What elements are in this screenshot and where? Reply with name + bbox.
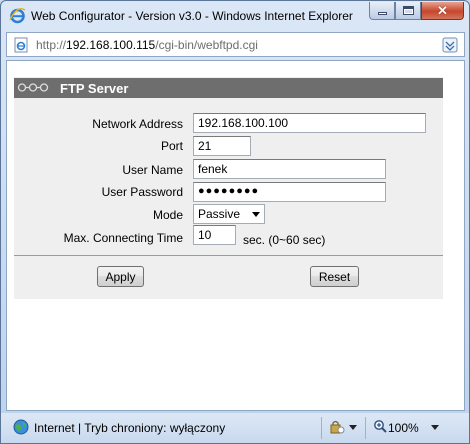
chevron-down-icon[interactable] (349, 425, 357, 430)
max-connecting-time-hint: sec. (0~60 sec) (243, 233, 326, 247)
maximize-button[interactable] (395, 2, 421, 20)
close-icon: ✕ (437, 3, 448, 18)
window-title: Web Configurator - Version v3.0 - Window… (31, 9, 353, 23)
port-input[interactable]: 21 (193, 136, 251, 156)
minimize-button[interactable] (369, 2, 395, 20)
minimize-icon (377, 12, 387, 15)
mode-select[interactable]: Passive (193, 204, 265, 224)
max-connecting-time-input[interactable]: 10 (193, 225, 236, 245)
chain-link-icon (17, 83, 49, 92)
zoom-icon[interactable] (373, 419, 387, 433)
status-bar: Internet | Tryb chroniony: wyłączony 100… (1, 413, 469, 443)
user-password-input[interactable]: ●●●●●●●● (193, 182, 386, 202)
address-bar[interactable]: http://192.168.100.115/cgi-bin/webftpd.c… (6, 32, 465, 57)
url-text[interactable]: http://192.168.100.115/cgi-bin/webftpd.c… (36, 38, 258, 52)
user-password-label: User Password (101, 185, 183, 199)
status-separator (321, 417, 322, 439)
internet-explorer-icon (9, 8, 26, 24)
port-label: Port (160, 139, 183, 153)
chevron-down-icon[interactable] (431, 425, 439, 430)
protected-mode-icon[interactable] (328, 419, 346, 435)
url-prefix: http:// (36, 38, 67, 52)
page-icon (14, 37, 28, 53)
zoom-level[interactable]: 100% (388, 421, 419, 435)
mode-selected-value: Passive (198, 207, 241, 221)
section-header: FTP Server (14, 78, 443, 98)
apply-button[interactable]: Apply (97, 266, 144, 287)
window-controls: ✕ (369, 2, 464, 21)
globe-icon (13, 419, 29, 435)
reset-button[interactable]: Reset (310, 266, 359, 287)
max-connecting-time-label: Max. Connecting Time (63, 231, 183, 245)
url-host: 192.168.100.115 (66, 38, 156, 52)
browser-window: Web Configurator - Version v3.0 - Window… (0, 0, 470, 444)
mode-label: Mode (152, 208, 183, 222)
title-bar[interactable]: Web Configurator - Version v3.0 - Window… (1, 1, 469, 31)
page-content: FTP Server Network Address 192.168.100.1… (6, 60, 465, 411)
network-address-label: Network Address (92, 117, 183, 131)
url-path: /cgi-bin/webftpd.cgi (155, 38, 258, 52)
status-separator (365, 417, 366, 439)
divider (14, 255, 443, 256)
compatibility-view-icon[interactable] (441, 36, 459, 54)
close-button[interactable]: ✕ (421, 2, 464, 20)
security-zone-text[interactable]: Internet | Tryb chroniony: wyłączony (34, 421, 225, 435)
maximize-icon (402, 6, 414, 15)
section-title: FTP Server (60, 81, 129, 96)
user-name-label: User Name (122, 163, 183, 177)
chevron-down-icon (252, 212, 260, 217)
user-name-input[interactable]: fenek (193, 159, 386, 179)
network-address-input[interactable]: 192.168.100.100 (193, 113, 426, 133)
